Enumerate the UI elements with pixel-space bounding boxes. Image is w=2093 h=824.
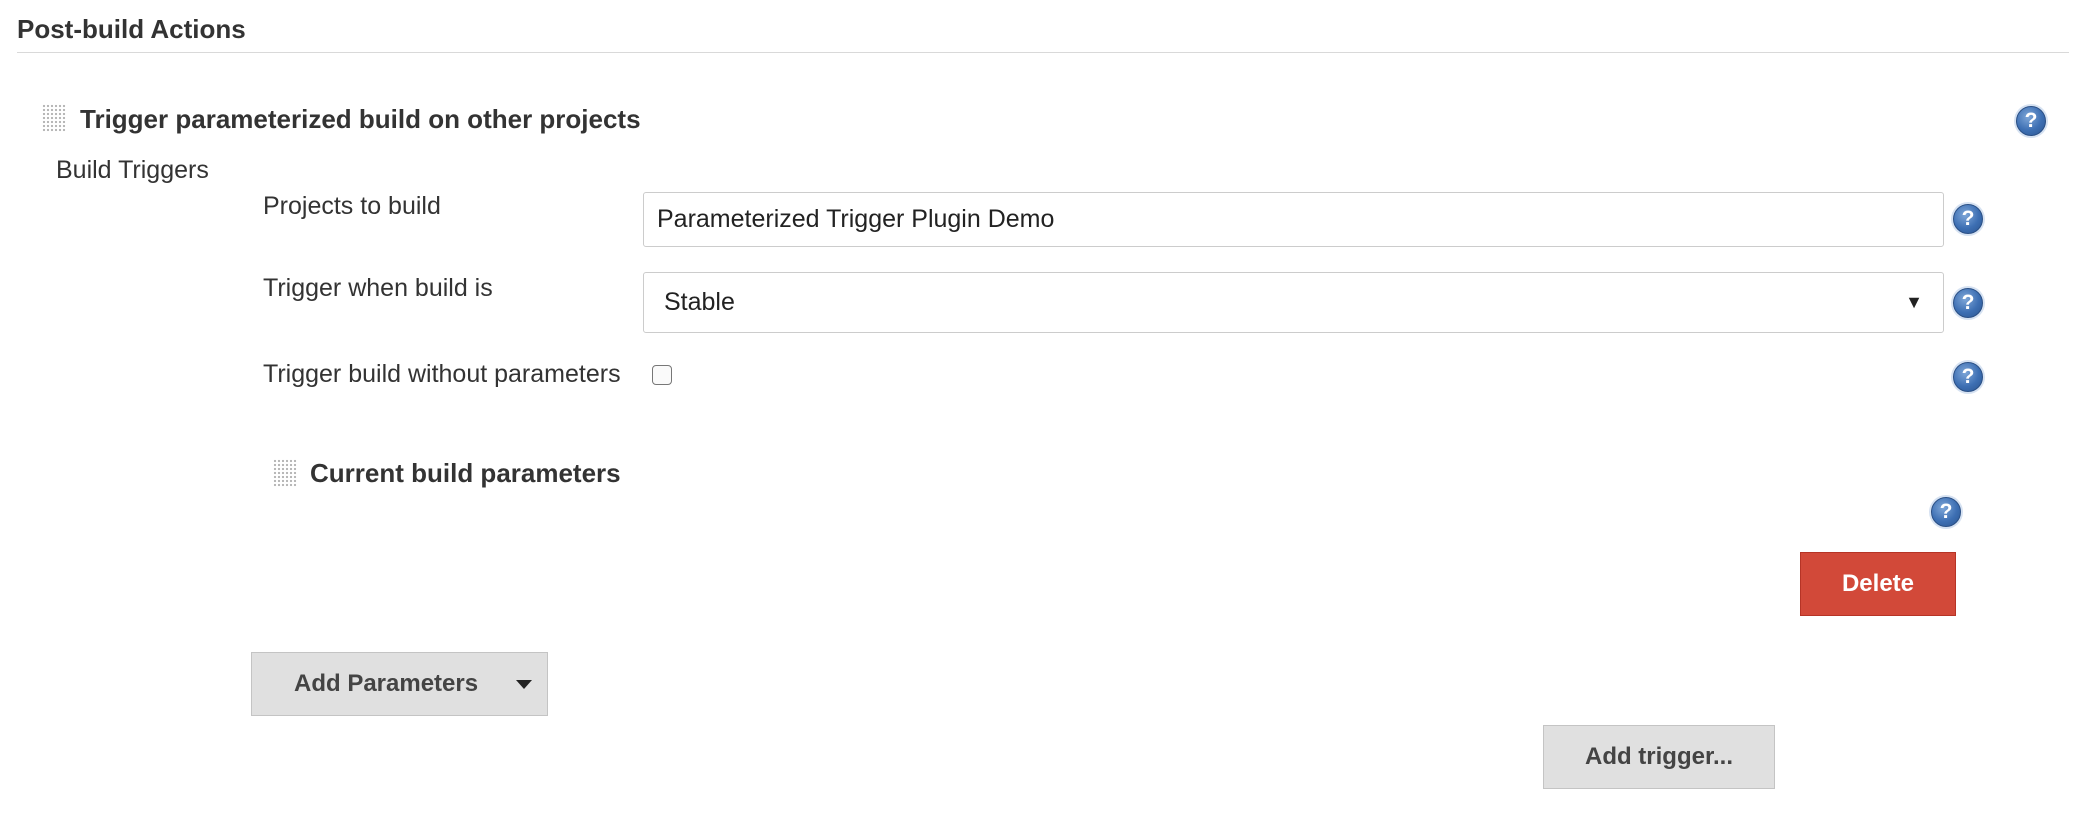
dropdown-caret-icon: [516, 679, 533, 689]
trigger-when-selected: Stable: [664, 288, 735, 316]
projects-to-build-input[interactable]: Parameterized Trigger Plugin Demo: [643, 192, 1944, 247]
add-trigger-button[interactable]: Add trigger...: [1543, 725, 1775, 789]
add-parameters-label: Add Parameters: [294, 670, 479, 697]
delete-button-label: Delete: [1841, 570, 1915, 597]
projects-to-build-value: Parameterized Trigger Plugin Demo: [657, 205, 1055, 233]
trigger-when-label: Trigger when build is: [263, 274, 493, 302]
help-icon[interactable]: ?: [1953, 288, 1983, 318]
without-params-label: Trigger build without parameters: [263, 360, 621, 388]
trigger-when-select[interactable]: Stable ▼: [643, 272, 1944, 333]
section-title: Post-build Actions: [17, 14, 246, 44]
chevron-down-icon: ▼: [1905, 292, 1923, 312]
without-params-checkbox[interactable]: [652, 365, 672, 385]
build-triggers-label: Build Triggers: [56, 156, 209, 184]
projects-to-build-label: Projects to build: [263, 192, 441, 220]
trigger-block-title: Trigger parameterized build on other pro…: [80, 104, 641, 134]
drag-handle-icon[interactable]: [42, 104, 66, 132]
section-divider: [17, 52, 2069, 53]
help-icon[interactable]: ?: [2016, 106, 2046, 136]
add-parameters-button[interactable]: Add Parameters: [251, 652, 548, 716]
drag-handle-icon[interactable]: [273, 459, 297, 487]
help-icon[interactable]: ?: [1953, 362, 1983, 392]
current-params-title: Current build parameters: [310, 458, 621, 488]
delete-button[interactable]: Delete: [1800, 552, 1956, 616]
add-trigger-label: Add trigger...: [1584, 743, 1733, 770]
help-icon[interactable]: ?: [1953, 204, 1983, 234]
help-icon[interactable]: ?: [1931, 497, 1961, 527]
